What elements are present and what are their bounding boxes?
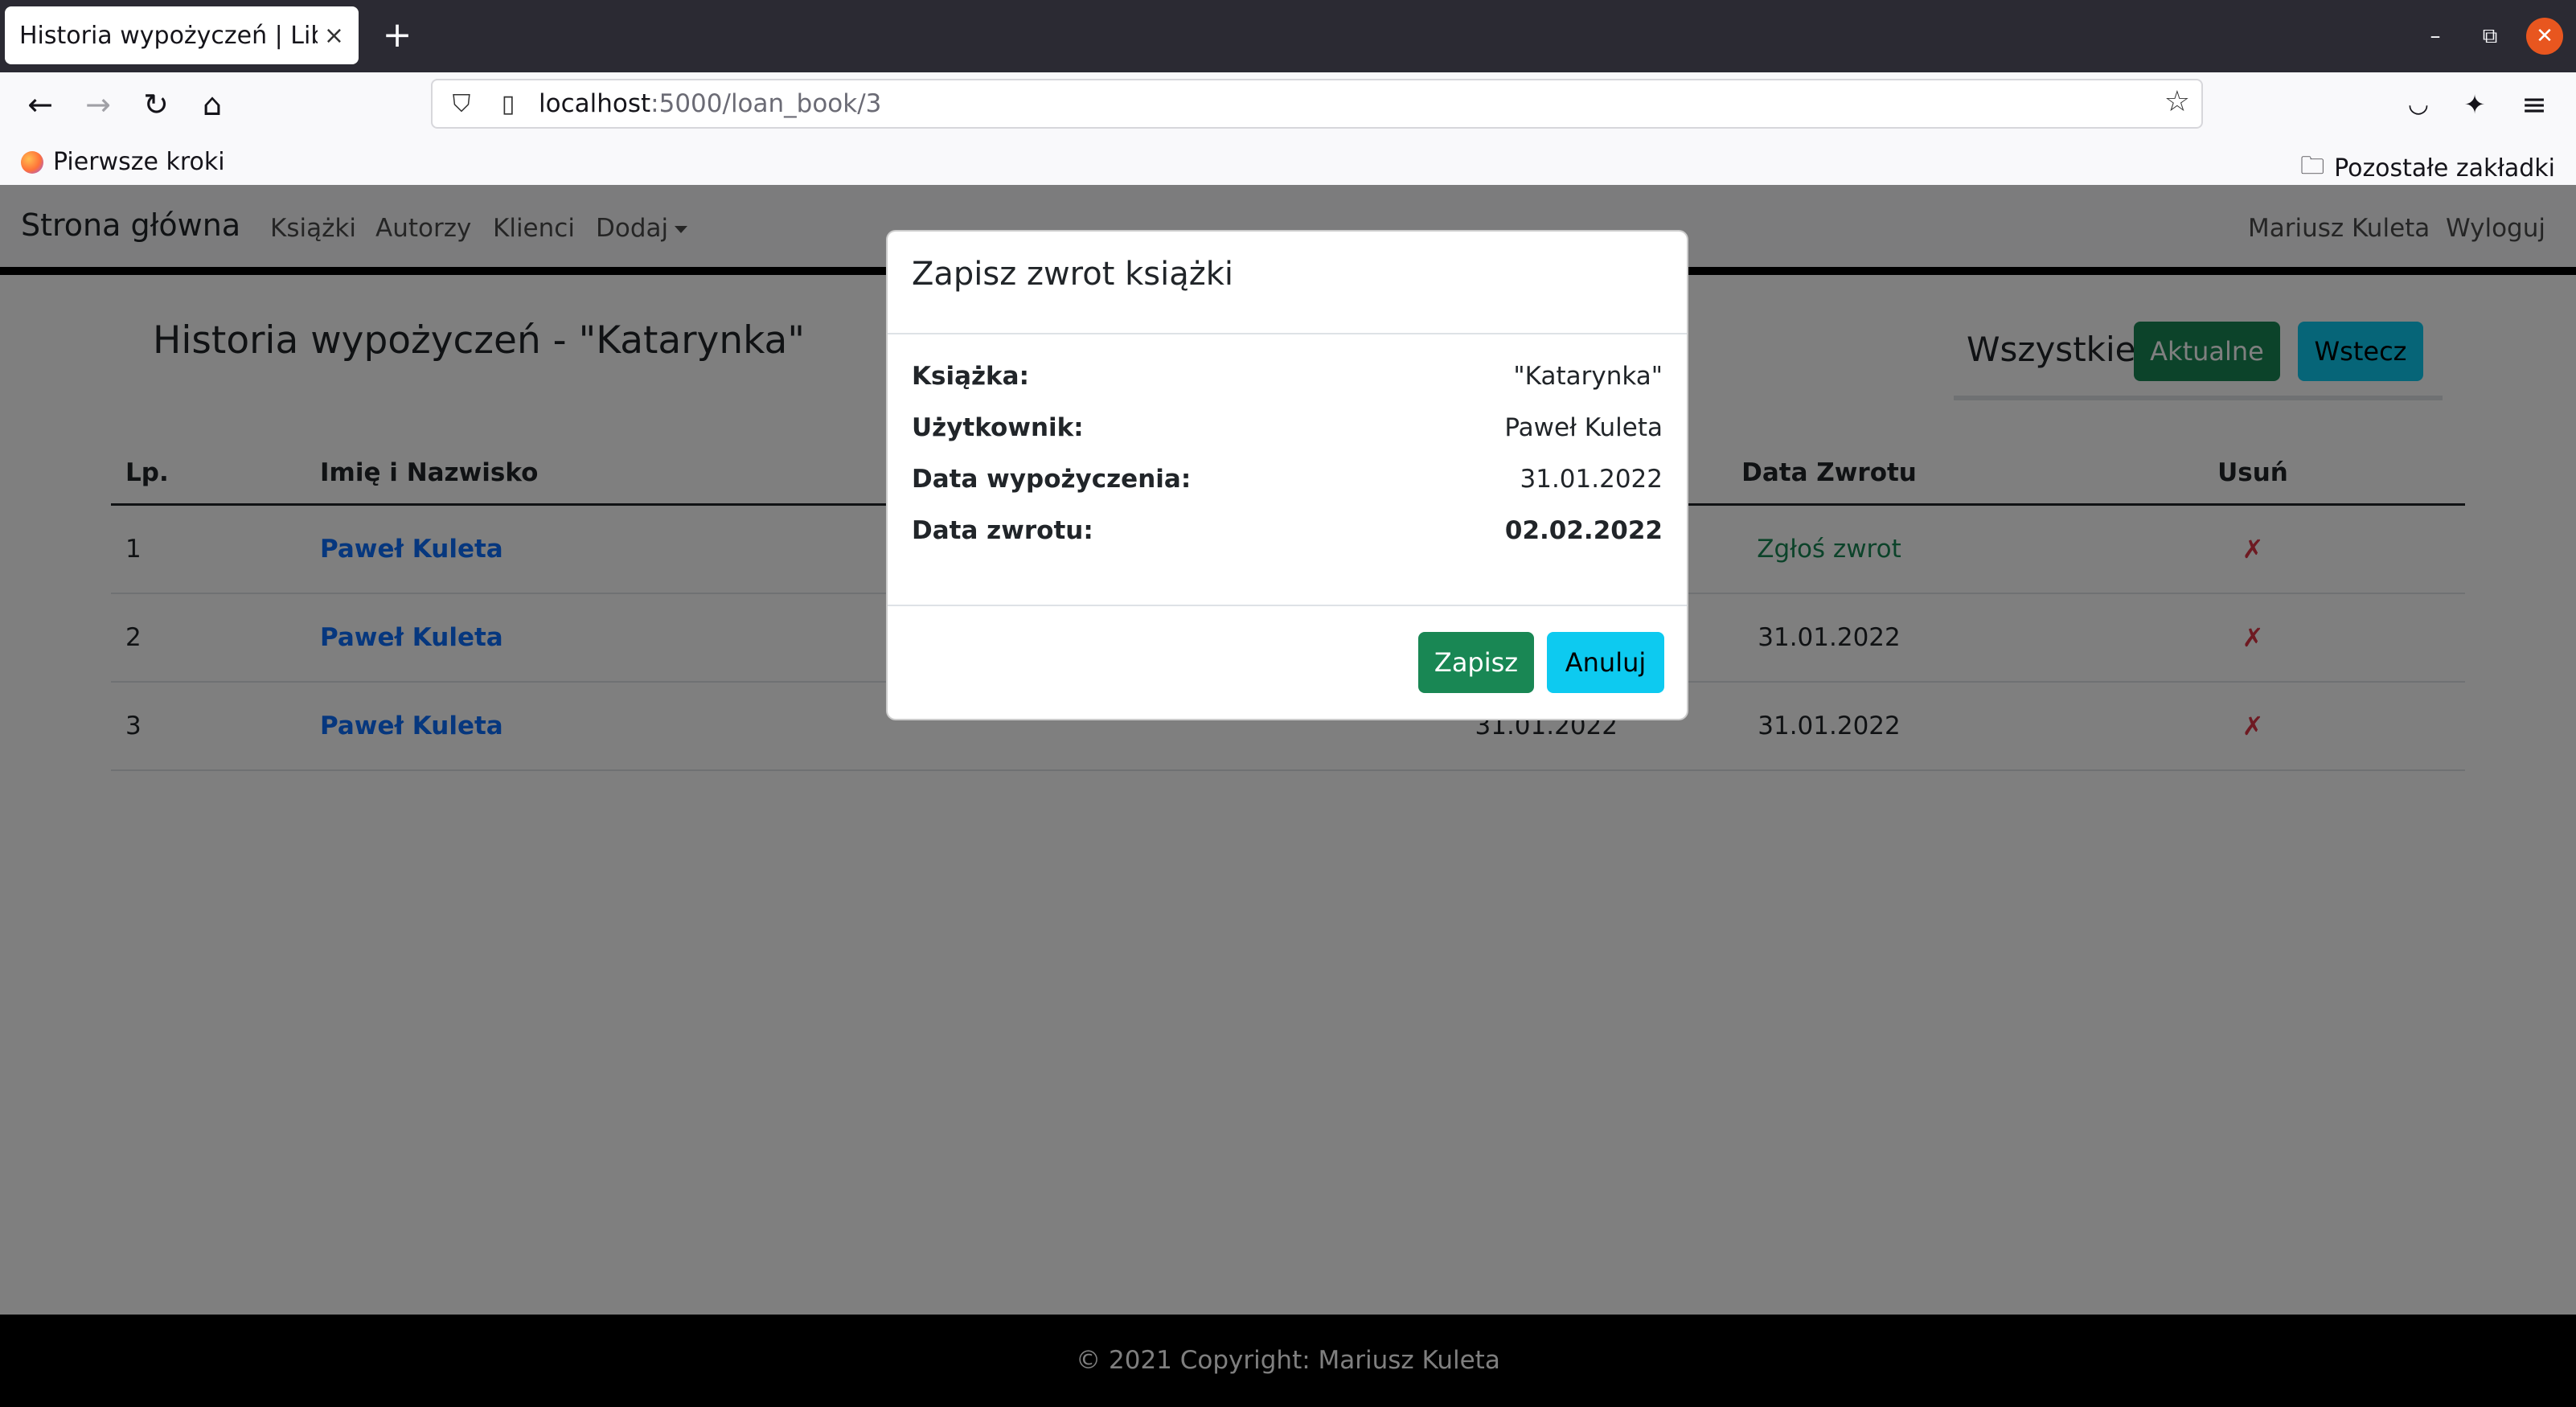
loan-date-label: Data wypożyczenia: [912, 465, 1192, 494]
forward-icon[interactable]: → [76, 82, 121, 127]
cancel-button[interactable]: Anuluj [1547, 632, 1664, 693]
return-date-label: Data zwrotu: [912, 516, 1093, 545]
shield-icon[interactable]: ⛉ [445, 90, 478, 118]
url-text[interactable]: localhost:5000/loan_book/3 [539, 89, 881, 118]
modal-header: Zapisz zwrot książki [888, 232, 1687, 334]
minimize-icon[interactable]: – [2417, 18, 2454, 55]
home-icon[interactable]: ⌂ [190, 82, 235, 127]
reload-icon[interactable]: ↻ [133, 82, 178, 127]
pocket-icon[interactable]: ◡ [2396, 82, 2441, 127]
page-icon[interactable]: ▯ [492, 90, 524, 118]
window-close-icon[interactable]: ✕ [2526, 18, 2563, 55]
modal-row-loan-date: Data wypożyczenia: 31.01.2022 [912, 453, 1663, 505]
bookmark-star-icon[interactable]: ☆ [2164, 85, 2190, 118]
bookmark-label: Pozostałe zakładki [2334, 154, 2555, 183]
user-value: Paweł Kuleta [1504, 413, 1663, 442]
modal-row-return-date: Data zwrotu: 02.02.2022 [912, 505, 1663, 556]
address-bar[interactable]: ⛉ ▯ localhost:5000/loan_book/3 ☆ [431, 79, 2203, 129]
book-value: "Katarynka" [1513, 362, 1663, 391]
save-button[interactable]: Zapisz [1418, 632, 1534, 693]
new-tab-button[interactable]: + [376, 13, 418, 58]
modal-title: Zapisz zwrot książki [912, 256, 1234, 293]
book-label: Książka: [912, 362, 1029, 391]
menu-icon[interactable]: ≡ [2512, 82, 2557, 127]
modal-row-book: Książka: "Katarynka" [912, 351, 1663, 402]
browser-tab-bar: Historia wypożyczeń | Library × + – ⧉ ✕ [0, 0, 2576, 72]
extension-icon[interactable]: ✦ [2452, 82, 2497, 127]
page: Strona główna Książki Autorzy Klienci Do… [0, 185, 2576, 1407]
back-icon[interactable]: ← [18, 82, 63, 127]
browser-tab[interactable]: Historia wypożyczeń | Library × [5, 6, 359, 64]
user-label: Użytkownik: [912, 413, 1084, 442]
modal-row-user: Użytkownik: Paweł Kuleta [912, 402, 1663, 453]
bookmark-label: Pierwsze kroki [53, 148, 225, 176]
modal-body: Książka: "Katarynka" Użytkownik: Paweł K… [888, 334, 1687, 606]
return-date-value: 02.02.2022 [1504, 516, 1663, 545]
folder-icon: 🗀 [2300, 152, 2325, 180]
loan-date-value: 31.01.2022 [1520, 465, 1663, 494]
firefox-icon [21, 150, 43, 174]
modal-footer: Zapisz Anuluj [888, 606, 1687, 719]
bookmark-first-steps[interactable]: Pierwsze kroki [21, 148, 225, 176]
return-modal: Zapisz zwrot książki Książka: "Katarynka… [886, 230, 1688, 720]
tab-title: Historia wypożyczeń | Library [19, 21, 318, 50]
bookmark-other-folder[interactable]: 🗀 Pozostałe zakładki [2300, 148, 2555, 189]
tab-close-icon[interactable]: × [324, 22, 344, 50]
restore-icon[interactable]: ⧉ [2471, 18, 2508, 55]
